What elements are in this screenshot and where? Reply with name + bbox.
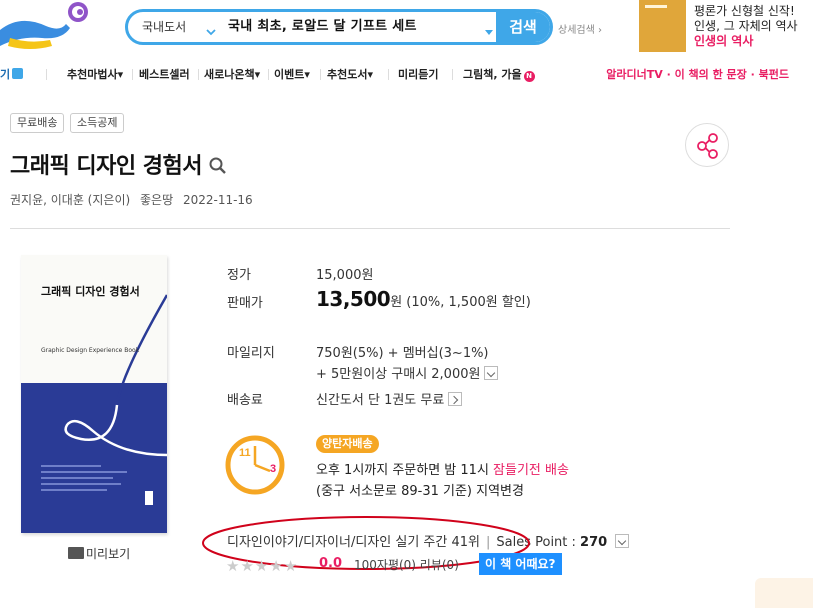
book-icon [68, 547, 84, 559]
advanced-search-link[interactable]: 상세검색 › [558, 21, 602, 36]
search-icon[interactable] [208, 156, 228, 176]
star-icon: ★ [240, 557, 254, 575]
clock-3-label: 3 [270, 463, 276, 475]
delivery-line-2[interactable]: (중구 서소문로 89-31 기준) 지역변경 [316, 480, 524, 499]
write-review-button[interactable]: 이 책 어때요? [479, 553, 562, 575]
search-button[interactable]: 검색 [496, 12, 550, 42]
star-icon: ★ [254, 557, 269, 575]
nav-item-new-books[interactable]: 새로나온책▾ [204, 66, 260, 82]
search-category-select[interactable]: 국내도서 [142, 12, 186, 42]
nav-item-recommended[interactable]: 추천도서▾ [327, 66, 373, 82]
cover-title: 그래픽 디자인 경험서 [41, 285, 140, 298]
menu-toggle-icon[interactable] [12, 68, 24, 79]
clock-11-label: 11 [239, 447, 251, 459]
nav-item-picture-books[interactable]: 그림책, 가을 N [463, 66, 535, 82]
share-icon [697, 133, 718, 159]
ad-book-thumbnail[interactable] [639, 0, 686, 52]
clock-icon: 11 3 [224, 434, 286, 496]
delivery-line-1: 오후 1시까지 주문하면 밤 11시 잠들기전 배송 [316, 463, 569, 478]
mileage-line-2: + 5만원이상 구매시 2,000원 [316, 363, 499, 382]
book-title: 그래픽 디자인 경험서 [10, 154, 202, 179]
search-input[interactable]: 국내 최초, 로알드 달 기프트 세트 [228, 12, 417, 42]
shipping-value: 신간도서 단 1권도 무료 [316, 389, 463, 408]
tax-deduction-tag: 소득공제 [70, 113, 125, 133]
new-badge: N [523, 71, 535, 82]
nav-item-recommend-wizard[interactable]: 추천마법사▾ [67, 66, 123, 82]
discount-info: (10%, 1,500원 할인) [406, 295, 531, 310]
caret-down-icon[interactable] [484, 22, 494, 35]
rating-score: 0.0 [319, 556, 343, 571]
mileage-line-1: 750원(5%) + 멤버십(3~1%) [316, 346, 489, 361]
publisher-link[interactable]: 좋은땅 [140, 193, 173, 207]
star-icon: ★ [283, 557, 298, 575]
mileage-expand-icon[interactable] [484, 366, 499, 380]
chevron-down-icon[interactable] [206, 22, 216, 36]
sale-price-label: 판매가 [227, 296, 263, 311]
delivery-badge: 양탄자배송 [316, 435, 379, 453]
nav-item-events[interactable]: 이벤트▾ [274, 66, 310, 82]
divider [10, 228, 730, 229]
sales-point-expand-icon[interactable] [615, 534, 630, 548]
corner-banner[interactable] [755, 578, 813, 608]
free-shipping-tag: 무료배송 [10, 113, 65, 133]
sale-price-value: 13,500원 (10%, 1,500원 할인) [316, 287, 531, 311]
aladin-logo[interactable] [0, 0, 100, 56]
search-bar: 국내도서 국내 최초, 로알드 달 기프트 세트 검색 [125, 9, 553, 45]
main-nav: 기 추천마법사▾ 베스트셀러 새로나온책▾ 이벤트▾ 추천도서▾ 미리듣기 그림… [0, 62, 813, 88]
share-button[interactable] [685, 123, 729, 167]
ad-line-3[interactable]: 인생의 역사 [694, 32, 753, 49]
rating-stars: ★★★★★ [226, 556, 298, 575]
star-icon: ★ [269, 557, 283, 575]
shipping-info-icon[interactable] [448, 392, 463, 406]
nav-item-category[interactable]: 기 [0, 66, 24, 82]
preview-button[interactable]: 미리보기 [68, 545, 130, 562]
publication-date: 2022-11-16 [182, 193, 253, 207]
nav-item-audio-preview[interactable]: 미리듣기 [398, 66, 438, 82]
book-meta: 권지윤, 이대훈 (지은이) 좋은땅 2022-11-16 [10, 191, 259, 208]
mileage-label: 마일리지 [227, 346, 275, 361]
cover-subtitle: Graphic Design Experience Book [41, 347, 140, 354]
author-link[interactable]: 권지윤, 이대훈 (지은이) [10, 193, 130, 207]
sales-point-value: 270 [580, 535, 608, 550]
list-price-value: 15,000원 [316, 268, 374, 283]
chevron-right-icon: › [594, 25, 602, 36]
book-cover[interactable]: 그래픽 디자인 경험서 Graphic Design Experience Bo… [21, 255, 167, 533]
star-icon: ★ [226, 557, 240, 575]
nav-item-bestseller[interactable]: 베스트셀러 [139, 66, 190, 82]
review-counts[interactable]: 100자평(0) 리뷰(0) [354, 556, 459, 573]
nav-right-links[interactable]: 알라디너TV · 이 책의 한 문장 · 북펀드 [606, 66, 789, 82]
list-price-label: 정가 [227, 268, 251, 283]
shipping-label: 배송료 [227, 393, 263, 408]
